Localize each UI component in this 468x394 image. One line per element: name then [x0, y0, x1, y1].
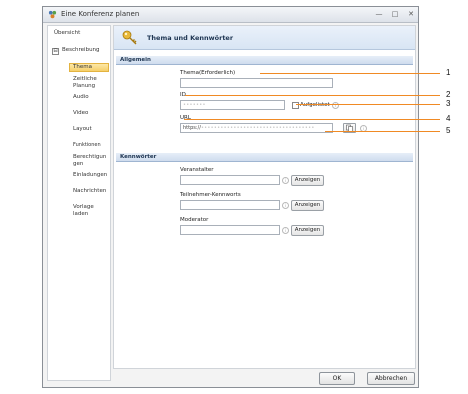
title-bar: Eine Konferenz planen — □ ✕	[43, 7, 418, 23]
moderator-label: Moderator	[180, 217, 209, 223]
panel-title: Thema und Kennwörter	[147, 34, 234, 42]
close-button[interactable]: ✕	[405, 9, 417, 19]
section-passwords: Kennwörter	[116, 153, 413, 162]
callout-number-3: 3	[446, 99, 451, 108]
sidebar-nav: Übersicht ⊟ Beschreibung Thema Zeitliche…	[47, 25, 111, 381]
panel-header: Thema und Kennwörter	[114, 26, 415, 50]
callout-line-1	[260, 73, 440, 74]
sidebar-item-layout[interactable]: Layout	[73, 126, 92, 133]
moderator-password-input[interactable]	[180, 225, 280, 235]
minimize-button[interactable]: —	[373, 9, 385, 19]
callout-number-4: 4	[446, 114, 451, 123]
cancel-button[interactable]: Abbrechen	[367, 372, 415, 385]
moderator-info-icon[interactable]: i	[282, 227, 289, 234]
id-field: •••••••	[180, 100, 285, 110]
sidebar-item-description[interactable]: Beschreibung	[62, 47, 100, 54]
callout-line-2	[185, 95, 440, 96]
callout-number-2: 2	[446, 90, 451, 99]
sidebar-item-audio[interactable]: Audio	[73, 94, 89, 101]
callout-number-1: 1	[446, 68, 451, 77]
callout-line-3	[296, 104, 440, 105]
show-organizer-password-button[interactable]: Anzeigen	[291, 175, 324, 186]
sidebar-item-topic[interactable]: Thema	[73, 64, 92, 71]
callout-number-5: 5	[446, 126, 451, 135]
participant-info-icon[interactable]: i	[282, 202, 289, 209]
sidebar-item-messages[interactable]: Nachrichten	[73, 188, 106, 195]
sidebar-item-overview[interactable]: Übersicht	[54, 30, 80, 37]
maximize-button[interactable]: □	[389, 9, 401, 19]
show-participant-password-button[interactable]: Anzeigen	[291, 200, 324, 211]
topic-label: Thema(Erforderlich)	[180, 70, 236, 76]
content-panel: Thema und Kennwörter Allgemein Thema(Erf…	[113, 25, 416, 369]
key-icon	[122, 30, 137, 45]
ok-button[interactable]: OK	[319, 372, 355, 385]
callout-line-4	[184, 119, 440, 120]
collapse-icon[interactable]: ⊟	[52, 48, 59, 55]
url-value: •••••••••••••••••••••••••••••••••••	[200, 125, 315, 131]
organizer-label: Veranstalter	[180, 167, 214, 173]
unlisted-label: Aufgelistet	[300, 102, 330, 108]
url-field[interactable]: https://••••••••••••••••••••••••••••••••…	[180, 123, 333, 133]
url-label: URL	[180, 115, 191, 121]
participant-password-input[interactable]	[180, 200, 280, 210]
participant-label: Teilnehmer-Kennworts	[180, 192, 241, 198]
conference-app-icon	[48, 10, 57, 19]
organizer-info-icon[interactable]: i	[282, 177, 289, 184]
organizer-password-input[interactable]	[180, 175, 280, 185]
callout-line-5	[325, 131, 440, 132]
url-prefix: https://	[183, 125, 201, 131]
sidebar-item-schedule[interactable]: Zeitliche Planung	[73, 76, 107, 90]
sidebar-item-load-template[interactable]: Vorlage laden	[73, 204, 110, 218]
section-general: Allgemein	[116, 56, 413, 65]
sidebar-item-features[interactable]: Funktionen	[73, 142, 101, 149]
sidebar-item-permissions[interactable]: Berechtigungen	[73, 154, 107, 168]
sidebar-item-video[interactable]: Video	[73, 110, 88, 117]
topic-input[interactable]	[180, 78, 333, 88]
sidebar-item-invitations[interactable]: Einladungen	[73, 172, 107, 179]
show-moderator-password-button[interactable]: Anzeigen	[291, 225, 324, 236]
conference-dialog: Eine Konferenz planen — □ ✕ Übersicht ⊟ …	[42, 6, 419, 388]
window-title: Eine Konferenz planen	[61, 10, 140, 18]
